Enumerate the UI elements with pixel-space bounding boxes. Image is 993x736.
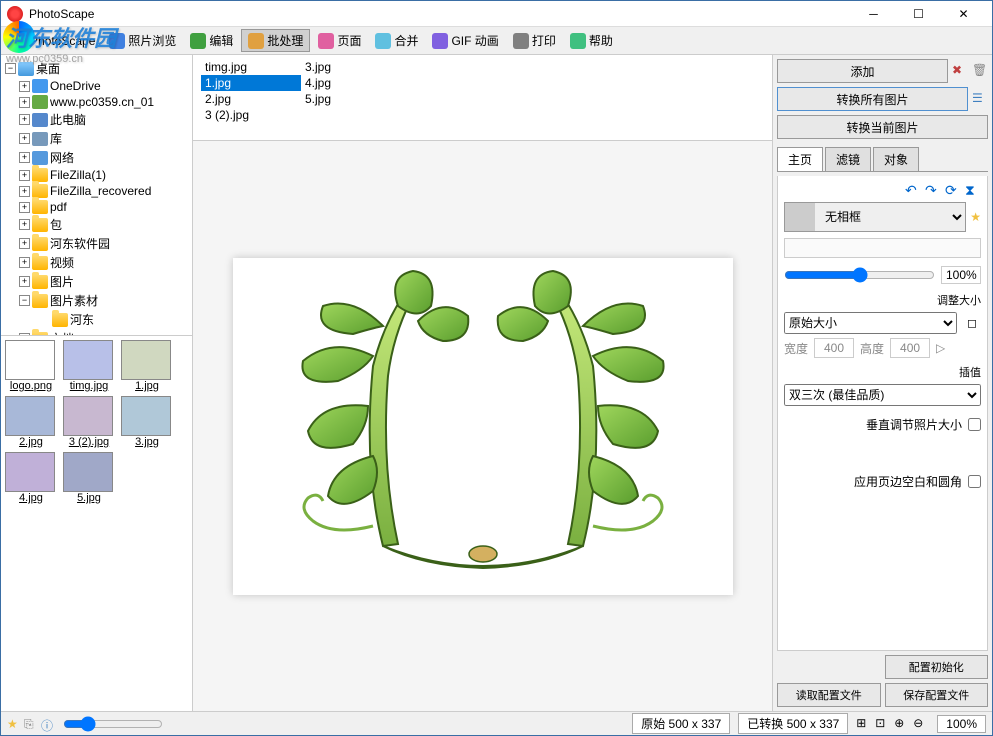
info-status-icon[interactable]: ⓘ [41, 717, 55, 731]
resize-label: 调整大小 [784, 292, 981, 308]
preview-image [243, 266, 723, 586]
minimize-button[interactable]: ─ [851, 1, 896, 27]
toolbar-GIF 动画[interactable]: GIF 动画 [426, 30, 504, 51]
save-config-button[interactable]: 保存配置文件 [885, 683, 989, 707]
toolbar: PhotoScape照片浏览编辑批处理页面合并GIF 动画打印帮助 [1, 27, 992, 55]
app-icon [7, 6, 23, 22]
redo-icon[interactable]: ↷ [925, 182, 941, 198]
star-status-icon[interactable]: ★ [7, 717, 21, 731]
tree-node[interactable]: +此电脑 [5, 110, 188, 129]
hourglass-icon[interactable]: ⧗ [965, 182, 981, 198]
tab-主页[interactable]: 主页 [777, 147, 823, 171]
tree-node[interactable]: +图片 [5, 272, 188, 291]
file-item[interactable]: 2.jpg [201, 91, 301, 107]
trash-icon[interactable]: 🗑 [972, 63, 988, 79]
grid-icon[interactable]: ⊞ [856, 716, 872, 732]
toolbar-页面[interactable]: 页面 [312, 30, 367, 51]
window-title: PhotoScape [29, 7, 851, 21]
tab-滤镜[interactable]: 滤镜 [825, 147, 871, 171]
folder-tree[interactable]: − 桌面 +OneDrive+www.pc0359.cn_01+此电脑+库+网络… [1, 55, 192, 335]
tab-对象[interactable]: 对象 [873, 147, 919, 171]
undo-icon[interactable]: ↶ [905, 182, 921, 198]
tree-node[interactable]: +OneDrive [5, 78, 188, 94]
width-label: 宽度 [784, 340, 808, 357]
apply-margin-checkbox[interactable] [968, 475, 981, 488]
apply-margin-label: 应用页边空白和圆角 [854, 473, 962, 490]
interp-select[interactable]: 双三次 (最佳品质) [784, 384, 981, 406]
file-item[interactable]: timg.jpg [201, 59, 301, 75]
tree-node[interactable]: +河东软件园 [5, 234, 188, 253]
tree-node[interactable]: +视频 [5, 253, 188, 272]
config-init-button[interactable]: 配置初始化 [885, 655, 989, 679]
toolbar-打印[interactable]: 打印 [507, 30, 562, 51]
thumbnail[interactable]: timg.jpg [63, 340, 115, 392]
zoom-in-icon[interactable]: ⊕ [894, 716, 910, 732]
file-item[interactable]: 3.jpg [301, 59, 401, 75]
thumb-size-slider[interactable] [63, 716, 163, 732]
refresh-icon[interactable]: ⟳ [945, 182, 961, 198]
tree-node[interactable]: +包 [5, 215, 188, 234]
copy-status-icon[interactable]: ⎘ [24, 717, 38, 731]
convert-all-button[interactable]: 转换所有图片 [777, 87, 968, 111]
fit-icon[interactable]: ⊡ [875, 716, 891, 732]
file-item[interactable]: 4.jpg [301, 75, 401, 91]
read-config-button[interactable]: 读取配置文件 [777, 683, 881, 707]
thumbnail[interactable]: 1.jpg [121, 340, 173, 392]
toolbar-编辑[interactable]: 编辑 [184, 30, 239, 51]
lock-icon[interactable]: ◻ [963, 316, 981, 330]
thumbnail[interactable]: 4.jpg [5, 452, 57, 504]
toolbar-帮助[interactable]: 帮助 [564, 30, 619, 51]
file-item[interactable]: 1.jpg [201, 75, 301, 91]
height-label: 高度 [860, 340, 884, 357]
convert-current-button[interactable]: 转换当前图片 [777, 115, 988, 139]
preview-area [193, 141, 772, 711]
add-button[interactable]: 添加 [777, 59, 948, 83]
converted-size-info: 已转换 500 x 337 [738, 713, 848, 734]
zoom-level: 100% [937, 715, 986, 733]
zoom-out-icon[interactable]: ⊖ [913, 716, 929, 732]
star-icon[interactable]: ★ [970, 210, 981, 224]
thumbnail[interactable]: 5.jpg [63, 452, 115, 504]
opacity-slider[interactable] [784, 267, 935, 283]
settings-tabs: 主页滤镜对象 [777, 147, 988, 172]
width-field[interactable]: 400 [814, 338, 854, 358]
close-button[interactable]: ✕ [941, 1, 986, 27]
file-item[interactable]: 5.jpg [301, 91, 401, 107]
tree-node[interactable]: −图片素材 [5, 291, 188, 310]
toolbar-合并[interactable]: 合并 [369, 30, 424, 51]
tree-node[interactable]: +pdf [5, 199, 188, 215]
tree-node[interactable]: +www.pc0359.cn_01 [5, 94, 188, 110]
tree-node[interactable]: +库 [5, 129, 188, 148]
maximize-button[interactable]: ☐ [896, 1, 941, 27]
thumbnail[interactable]: 3 (2).jpg [63, 396, 115, 448]
size-mode-select[interactable]: 原始大小 [784, 312, 957, 334]
opacity-value: 100% [941, 266, 981, 284]
tree-node[interactable]: 河东 [5, 310, 188, 329]
watermark: 河东软件园 www.pc0359.cn [6, 21, 116, 65]
thumbnail[interactable]: logo.png [5, 340, 57, 392]
thumbnail[interactable]: 2.jpg [5, 396, 57, 448]
delete-icon[interactable]: ✖ [952, 63, 968, 79]
toolbar-批处理[interactable]: 批处理 [241, 29, 310, 52]
original-size-info: 原始 500 x 337 [632, 713, 730, 734]
interp-label: 插值 [784, 364, 981, 380]
file-item[interactable]: 3 (2).jpg [201, 107, 301, 123]
file-list: timg.jpg1.jpg2.jpg3 (2).jpg 3.jpg4.jpg5.… [193, 55, 772, 141]
apply-size-icon[interactable]: ▷ [936, 341, 945, 355]
preview-canvas[interactable] [233, 258, 733, 595]
thumbnail-panel: logo.pngtimg.jpg1.jpg 2.jpg3 (2).jpg3.jpg… [1, 335, 192, 711]
frame-selector[interactable]: 无相框 [784, 202, 966, 232]
list-icon[interactable]: ☰ [972, 91, 988, 107]
height-field[interactable]: 400 [890, 338, 930, 358]
vertical-adjust-checkbox[interactable] [968, 418, 981, 431]
frame-preview-bar [784, 238, 981, 258]
vertical-adjust-label: 垂直调节照片大小 [866, 416, 962, 433]
thumbnail[interactable]: 3.jpg [121, 396, 173, 448]
